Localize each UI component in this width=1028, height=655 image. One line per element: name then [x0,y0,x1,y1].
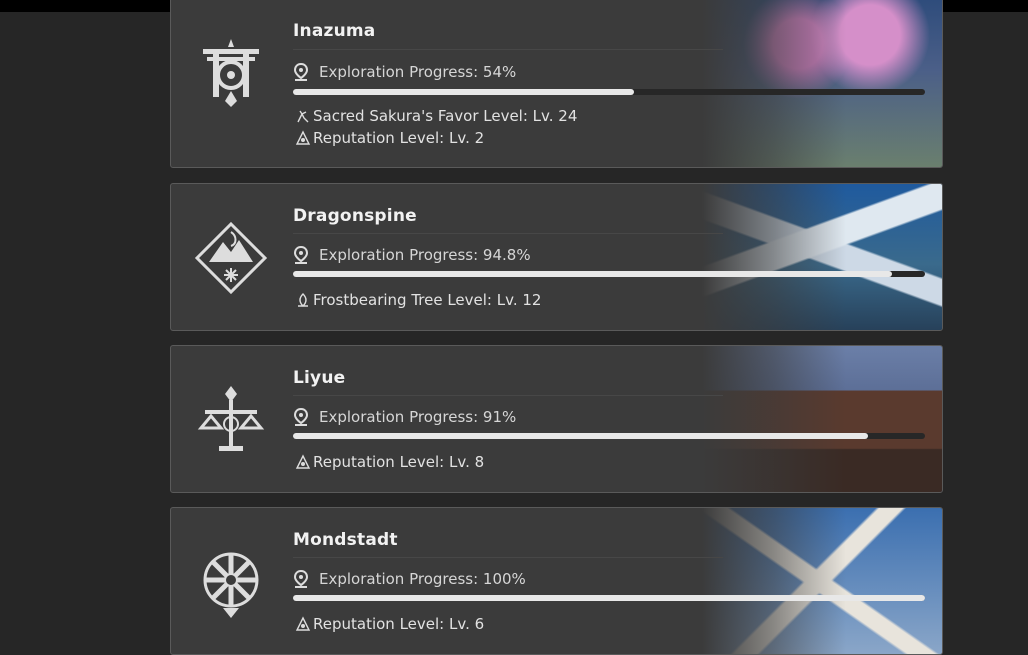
region-card-dragonspine[interactable]: Dragonspine Exploration Progress: 94.8% … [170,183,943,331]
inazuma-emblem-icon [191,35,271,115]
level-text: Frostbearing Tree Level: Lv. 12 [313,291,542,309]
divider [293,395,723,396]
exploration-progress-label: Exploration Progress: 91% [319,408,517,426]
level-text: Sacred Sakura's Favor Level: Lv. 24 [313,107,578,125]
exploration-progress-bar [293,595,925,601]
exploration-progress-bar [293,89,925,95]
progress-bar-fill [293,433,869,439]
liyue-emblem-icon [191,380,271,460]
level-text: Reputation Level: Lv. 6 [313,615,485,633]
reputation-icon [295,616,311,631]
divider [293,49,723,50]
region-card-inazuma[interactable]: Inazuma Exploration Progress: 54% Sacred… [170,0,943,168]
map-pin-icon [293,246,309,264]
exploration-progress-bar [293,271,925,277]
progress-bar-fill [293,271,893,277]
region-name: Mondstadt [293,530,398,550]
exploration-progress-bar [293,433,925,439]
sakura-tree-icon [297,110,309,123]
reputation-icon [295,130,311,145]
divider [293,557,723,558]
frostbearing-tree-icon [298,293,308,307]
progress-bar-fill [293,595,925,601]
region-card-liyue[interactable]: Liyue Exploration Progress: 91% Reputati… [170,345,943,493]
dragonspine-emblem-icon [191,218,271,298]
region-name: Inazuma [293,21,376,41]
exploration-progress-label: Exploration Progress: 54% [319,63,517,81]
map-pin-icon [293,63,309,81]
exploration-progress-label: Exploration Progress: 94.8% [319,246,531,264]
level-text: Reputation Level: Lv. 2 [313,129,485,147]
map-pin-icon [293,570,309,588]
region-name: Dragonspine [293,206,417,226]
divider [293,233,723,234]
map-pin-icon [293,408,309,426]
mondstadt-emblem-icon [191,542,271,622]
progress-bar-fill [293,89,635,95]
region-name: Liyue [293,368,346,388]
reputation-icon [295,454,311,469]
region-card-mondstadt[interactable]: Mondstadt Exploration Progress: 100% Rep… [170,507,943,655]
level-text: Reputation Level: Lv. 8 [313,453,485,471]
exploration-progress-label: Exploration Progress: 100% [319,570,526,588]
